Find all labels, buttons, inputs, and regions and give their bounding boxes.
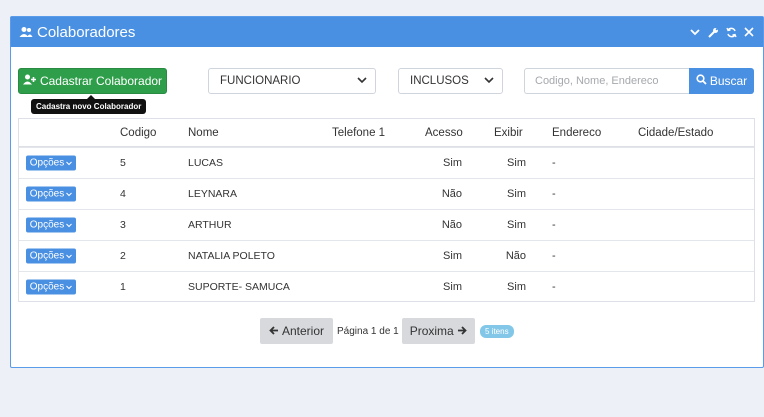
panel-title-text: Colaboradores	[37, 23, 136, 41]
pagination: Anterior Página 1 de 1 Proxima	[260, 318, 475, 344]
panel-header: Colaboradores	[11, 17, 763, 47]
options-button[interactable]: Opções	[26, 248, 76, 264]
header-exibir[interactable]: Exibir	[494, 127, 523, 139]
cell-exibir: Sim	[507, 157, 526, 169]
cell-nome: NATALIA POLETO	[188, 250, 275, 262]
add-collaborator-label: Cadastrar Colaborador	[39, 74, 163, 88]
chevron-down-icon[interactable]	[689, 26, 701, 38]
options-label: Opções	[29, 157, 65, 169]
cell-codigo: 2	[120, 250, 126, 262]
collaborators-table: Codigo Nome Telefone 1 Acesso Exibir End…	[18, 118, 755, 302]
arrow-left-icon	[269, 324, 279, 338]
cell-nome: LUCAS	[188, 157, 224, 169]
search-button[interactable]: Buscar	[689, 68, 754, 94]
header-cidade[interactable]: Cidade/Estado	[638, 127, 713, 139]
table-header: Codigo Nome Telefone 1 Acesso Exibir End…	[19, 119, 754, 147]
cell-codigo: 1	[120, 281, 126, 293]
header-nome[interactable]: Nome	[188, 127, 219, 139]
search-input[interactable]	[524, 68, 690, 94]
panel-title: Colaboradores	[19, 24, 135, 41]
prev-page-button[interactable]: Anterior	[260, 318, 333, 344]
search-icon	[696, 74, 707, 88]
type-select-value: FUNCIONARIO	[220, 75, 301, 87]
cell-acesso: Sim	[443, 250, 462, 262]
colaboradores-panel: Colaboradores Cadastrar Colaborador Cada…	[10, 16, 764, 368]
wrench-icon[interactable]	[707, 26, 719, 38]
users-icon	[19, 26, 33, 38]
options-label: Opções	[29, 281, 65, 293]
chevron-down-icon	[66, 251, 73, 262]
options-button[interactable]: Opções	[26, 155, 76, 171]
cell-acesso: Não	[441, 219, 462, 231]
cell-exibir: Sim	[507, 219, 526, 231]
header-codigo[interactable]: Codigo	[120, 127, 156, 139]
options-label: Opções	[29, 219, 65, 231]
cell-exibir: Não	[505, 250, 526, 262]
options-button[interactable]: Opções	[26, 186, 76, 202]
add-collaborator-button[interactable]: Cadastrar Colaborador	[18, 68, 167, 94]
header-telefone[interactable]: Telefone 1	[332, 127, 385, 139]
chevron-down-icon	[66, 158, 73, 169]
cell-nome: LEYNARA	[188, 188, 238, 200]
next-page-button[interactable]: Proxima	[401, 318, 475, 344]
options-button[interactable]: Opções	[26, 217, 76, 233]
chevron-down-icon	[66, 189, 73, 200]
chevron-down-icon	[357, 75, 367, 87]
cell-acesso: Não	[441, 188, 462, 200]
item-count-badge: 5 itens	[480, 325, 514, 338]
cell-codigo: 4	[120, 188, 126, 200]
chevron-down-icon	[66, 220, 73, 231]
cell-endereco: -	[552, 250, 556, 262]
prev-page-label: Anterior	[281, 324, 325, 338]
cell-nome: SUPORTE- SAMUCA	[188, 281, 290, 293]
arrow-right-icon	[457, 324, 467, 338]
page-indicator: Página 1 de 1	[337, 325, 399, 337]
cell-acesso: Sim	[443, 157, 462, 169]
user-plus-icon	[22, 74, 36, 88]
chevron-down-icon	[484, 75, 494, 87]
cell-endereco: -	[552, 219, 556, 231]
table-row: Opções 4 LEYNARA Não Sim -	[19, 178, 754, 209]
cell-endereco: -	[552, 188, 556, 200]
table-row: Opções 3 ARTHUR Não Sim -	[19, 209, 754, 240]
options-label: Opções	[29, 188, 65, 200]
options-label: Opções	[29, 250, 65, 262]
chevron-down-icon	[66, 282, 73, 293]
cell-exibir: Sim	[507, 188, 526, 200]
table-row: Opções 2 NATALIA POLETO Sim Não -	[19, 240, 754, 271]
header-acesso[interactable]: Acesso	[425, 127, 463, 139]
panel-tools	[689, 26, 755, 38]
next-page-label: Proxima	[409, 324, 454, 338]
refresh-icon[interactable]	[725, 26, 737, 38]
cell-codigo: 5	[120, 157, 126, 169]
options-button[interactable]: Opções	[26, 279, 76, 295]
include-select-value: INCLUSOS	[410, 75, 469, 87]
include-select[interactable]: INCLUSOS	[398, 68, 503, 94]
search-button-label: Buscar	[709, 74, 748, 88]
cell-exibir: Sim	[507, 281, 526, 293]
type-select[interactable]: FUNCIONARIO	[208, 68, 376, 94]
table-row: Opções 5 LUCAS Sim Sim -	[19, 147, 754, 178]
header-endereco[interactable]: Endereco	[552, 127, 601, 139]
table-row: Opções 1 SUPORTE- SAMUCA Sim Sim -	[19, 271, 754, 302]
cell-endereco: -	[552, 281, 556, 293]
add-collaborator-tooltip: Cadastra novo Colaborador	[31, 95, 147, 114]
cell-acesso: Sim	[443, 281, 462, 293]
close-icon[interactable]	[743, 26, 755, 38]
cell-codigo: 3	[120, 219, 126, 231]
cell-endereco: -	[552, 157, 556, 169]
cell-nome: ARTHUR	[188, 219, 232, 231]
